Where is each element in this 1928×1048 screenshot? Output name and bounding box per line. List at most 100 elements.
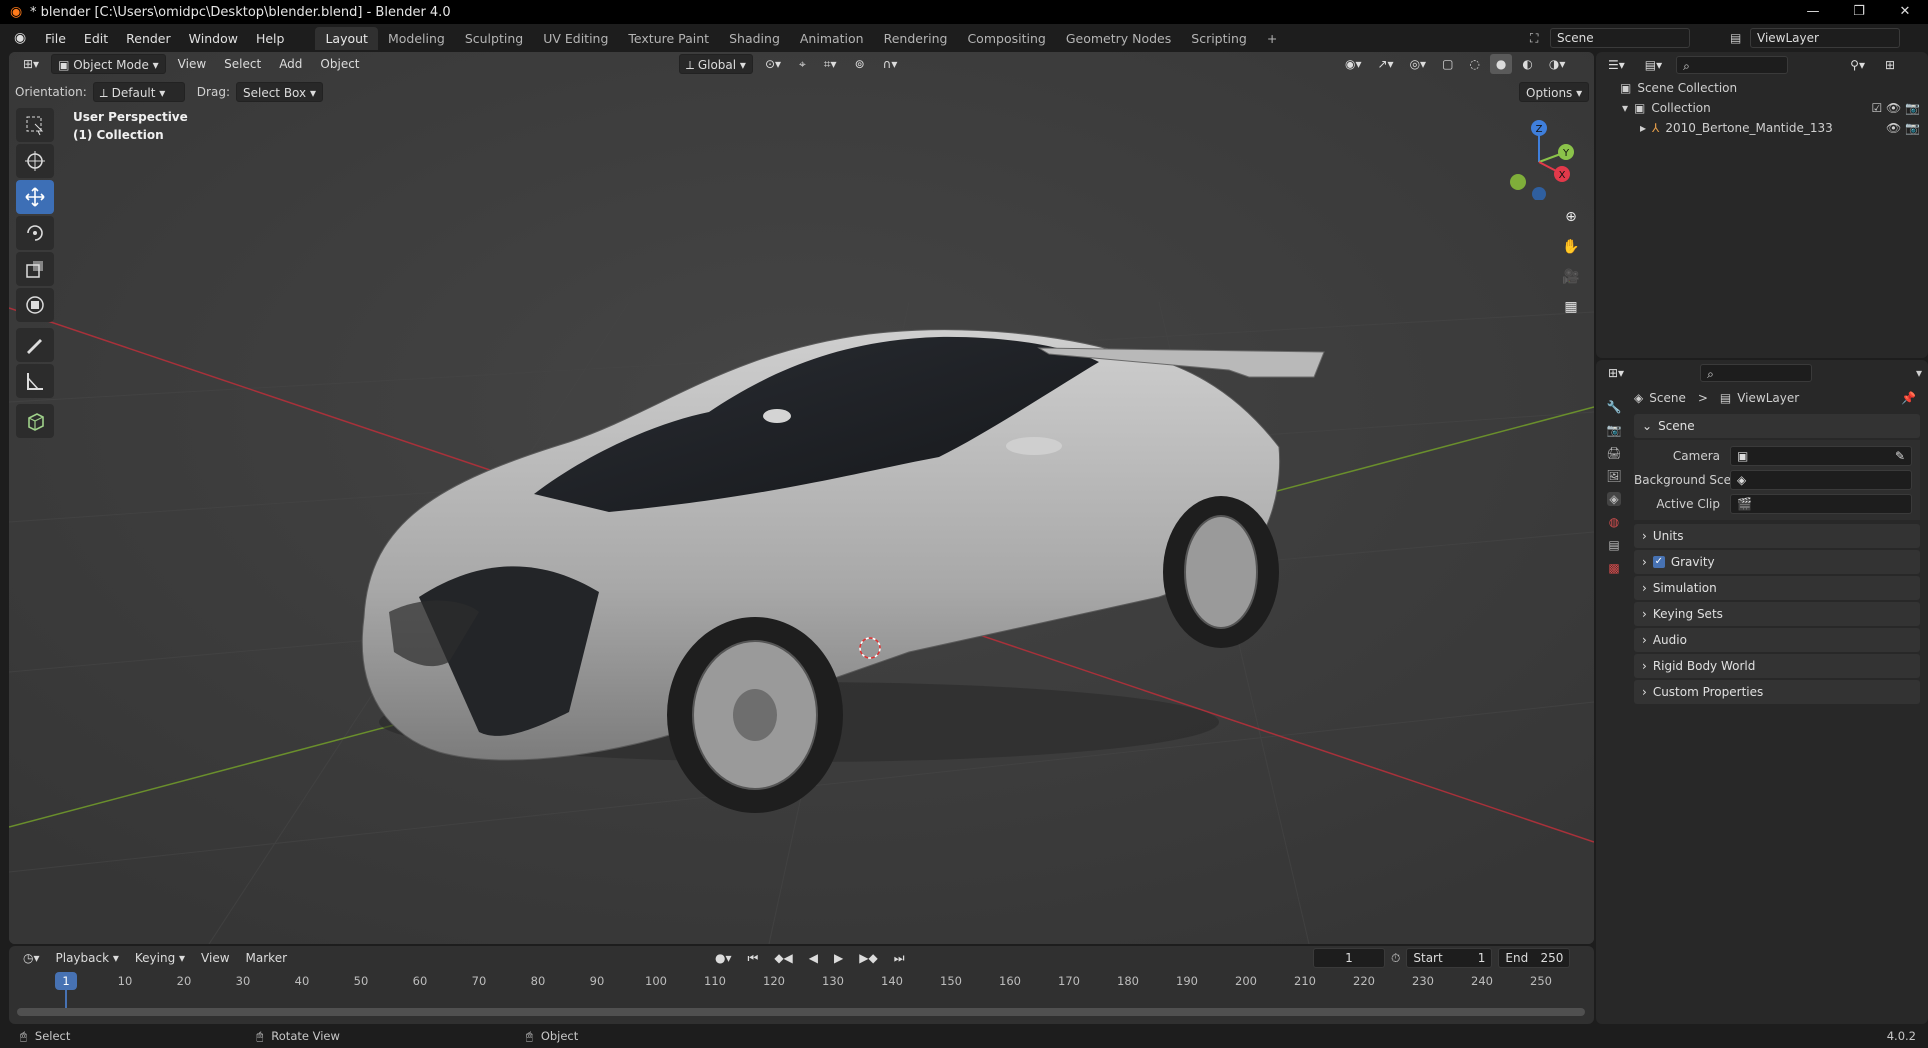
tab-shading[interactable]: Shading xyxy=(719,27,790,50)
marker-menu[interactable]: Marker xyxy=(240,948,293,968)
pivot-point-icon[interactable]: ⊙▾ xyxy=(759,54,787,74)
view-layer-tab-icon[interactable]: 🖼 xyxy=(1606,469,1621,483)
timeline-view-menu[interactable]: View xyxy=(195,948,235,968)
tab-uv-editing[interactable]: UV Editing xyxy=(533,27,618,50)
select-box-tool[interactable] xyxy=(16,108,54,142)
background-scene-field[interactable]: ◈ xyxy=(1730,470,1912,490)
world-tab-icon[interactable]: ◍ xyxy=(1609,515,1619,529)
camera-field[interactable]: ▣ ✎ xyxy=(1730,446,1912,466)
tab-rendering[interactable]: Rendering xyxy=(874,27,958,50)
play-reverse-icon[interactable]: ◀ xyxy=(803,948,824,968)
jump-end-icon[interactable]: ⏭ xyxy=(888,948,911,968)
material-shading-icon[interactable]: ◐ xyxy=(1516,54,1538,74)
tab-animation[interactable]: Animation xyxy=(790,27,874,50)
add-workspace-button[interactable]: + xyxy=(1257,27,1287,50)
tab-geometry-nodes[interactable]: Geometry Nodes xyxy=(1056,27,1181,50)
outliner-search-input[interactable]: ⌕ xyxy=(1676,56,1789,74)
menu-add[interactable]: Add xyxy=(273,54,308,74)
start-frame-field[interactable]: Start 1 xyxy=(1406,948,1493,968)
transform-orientation-dropdown[interactable]: ⟂ Global ▾ xyxy=(679,54,753,74)
scale-tool[interactable] xyxy=(16,252,54,286)
options-dropdown[interactable]: Options ▾ xyxy=(1519,82,1590,102)
ortho-grid-icon[interactable]: ▦ xyxy=(1558,294,1584,320)
solid-shading-icon[interactable]: ● xyxy=(1489,54,1513,74)
menu-view[interactable]: View xyxy=(172,54,212,74)
tab-layout[interactable]: Layout xyxy=(315,26,378,50)
blender-menu-icon[interactable]: ◉ xyxy=(14,30,36,46)
move-tool[interactable] xyxy=(16,180,54,214)
gizmo-toggle-icon[interactable]: ↗▾ xyxy=(1372,54,1400,74)
tab-modeling[interactable]: Modeling xyxy=(378,27,455,50)
next-keyframe-icon[interactable]: ▶◆ xyxy=(853,948,883,968)
rigid-body-world-section-header[interactable]: › Rigid Body World xyxy=(1634,654,1920,678)
stopwatch-icon[interactable]: ⏱ xyxy=(1391,951,1400,966)
proportional-edit-icon[interactable]: ⊚ xyxy=(849,54,871,74)
menu-object[interactable]: Object xyxy=(314,54,365,74)
gizmo-neg-y-icon[interactable] xyxy=(1510,174,1526,190)
keying-menu[interactable]: Keying ▾ xyxy=(129,948,191,968)
display-mode-icon[interactable]: ▤▾ xyxy=(1639,55,1668,75)
filter-icon[interactable]: ⚲▾ xyxy=(1844,55,1871,75)
camera-view-icon[interactable]: 🎥 xyxy=(1558,264,1584,290)
rotate-tool[interactable] xyxy=(16,216,54,250)
current-frame-field[interactable]: 1 xyxy=(1313,948,1385,968)
pin-icon[interactable]: 📌 xyxy=(1901,391,1916,405)
timeline-editor-type-icon[interactable]: ◷▾ xyxy=(17,948,46,968)
falloff-icon[interactable]: ∩▾ xyxy=(877,54,904,74)
add-cube-tool[interactable] xyxy=(16,404,54,438)
units-section-header[interactable]: › Units xyxy=(1634,524,1920,548)
menu-window[interactable]: Window xyxy=(180,31,247,46)
tab-sculpting[interactable]: Sculpting xyxy=(455,27,533,50)
editor-type-icon[interactable]: ⊞▾ xyxy=(17,54,45,74)
orientation-dropdown[interactable]: ⟂ Default ▾ xyxy=(92,82,185,102)
new-collection-icon[interactable]: ⊞ xyxy=(1879,55,1901,75)
scene-name-field[interactable]: Scene xyxy=(1550,28,1690,48)
output-tab-icon[interactable]: 🖨 xyxy=(1606,446,1621,460)
object-mode-dropdown[interactable]: ▣ Object Mode ▾ xyxy=(51,54,166,74)
viewlayer-selector[interactable]: ▤ ViewLayer xyxy=(1730,28,1900,48)
jump-start-icon[interactable]: ⏮ xyxy=(742,948,765,968)
gravity-checkbox[interactable]: ✓ xyxy=(1652,556,1665,568)
overlays-icon[interactable]: ◎▾ xyxy=(1404,54,1433,74)
menu-edit[interactable]: Edit xyxy=(75,31,117,46)
wireframe-shading-icon[interactable]: ◌ xyxy=(1463,54,1485,74)
tab-scripting[interactable]: Scripting xyxy=(1181,27,1257,50)
simulation-section-header[interactable]: › Simulation xyxy=(1634,576,1920,600)
drag-dropdown[interactable]: Select Box ▾ xyxy=(235,82,323,102)
collection-tab-icon[interactable]: ▤ xyxy=(1608,538,1619,552)
expand-arrow-icon[interactable]: ▸ xyxy=(1640,121,1646,135)
audio-section-header[interactable]: › Audio xyxy=(1634,628,1920,652)
current-frame-indicator[interactable]: 1 xyxy=(55,972,77,990)
gizmo-neg-z-icon[interactable] xyxy=(1532,187,1546,200)
annotate-tool[interactable] xyxy=(16,328,54,362)
active-clip-field[interactable]: 🎬 xyxy=(1730,494,1912,514)
menu-file[interactable]: File xyxy=(36,31,75,46)
scene-section-header[interactable]: ⌄ Scene xyxy=(1634,414,1920,438)
rendered-shading-icon[interactable]: ◑▾ xyxy=(1543,54,1572,74)
pan-hand-icon[interactable]: ✋ xyxy=(1558,234,1584,260)
close-button[interactable]: ✕ xyxy=(1882,0,1928,24)
xray-icon[interactable]: ▢ xyxy=(1436,54,1459,74)
outliner-row-object[interactable]: ▸ ⅄ 2010_Bertone_Mantide_133 👁 📷 xyxy=(1596,118,1928,138)
tab-compositing[interactable]: Compositing xyxy=(957,27,1055,50)
properties-editor-type-icon[interactable]: ⊞▾ xyxy=(1602,363,1630,383)
playback-menu[interactable]: Playback ▾ xyxy=(50,948,125,968)
gravity-section-header[interactable]: › ✓ Gravity xyxy=(1634,550,1920,574)
end-frame-field[interactable]: End 250 xyxy=(1498,948,1571,968)
collapse-arrow-icon[interactable]: ▾ xyxy=(1622,101,1628,115)
play-icon[interactable]: ▶ xyxy=(828,948,849,968)
properties-options-chevron-icon[interactable]: ▾ xyxy=(1916,366,1922,380)
outliner-row-collection[interactable]: ▾ ▣ Collection ☑ 👁 📷 xyxy=(1596,98,1928,118)
properties-search-input[interactable]: ⌕ xyxy=(1700,364,1813,382)
timeline-scrollbar[interactable] xyxy=(17,1008,1585,1016)
menu-help[interactable]: Help xyxy=(247,31,294,46)
object-visibility-icons[interactable]: 👁 📷 xyxy=(1886,121,1920,135)
prev-keyframe-icon[interactable]: ◆◀ xyxy=(768,948,798,968)
restore-button[interactable]: ❐ xyxy=(1836,0,1882,24)
menu-select[interactable]: Select xyxy=(218,54,267,74)
eyedropper-icon[interactable]: ✎ xyxy=(1895,447,1905,465)
navigation-gizmo[interactable]: Z Y X xyxy=(1494,110,1584,200)
viewlayer-name-field[interactable]: ViewLayer xyxy=(1750,28,1900,48)
transform-tool[interactable] xyxy=(16,288,54,322)
tab-texture-paint[interactable]: Texture Paint xyxy=(618,27,719,50)
